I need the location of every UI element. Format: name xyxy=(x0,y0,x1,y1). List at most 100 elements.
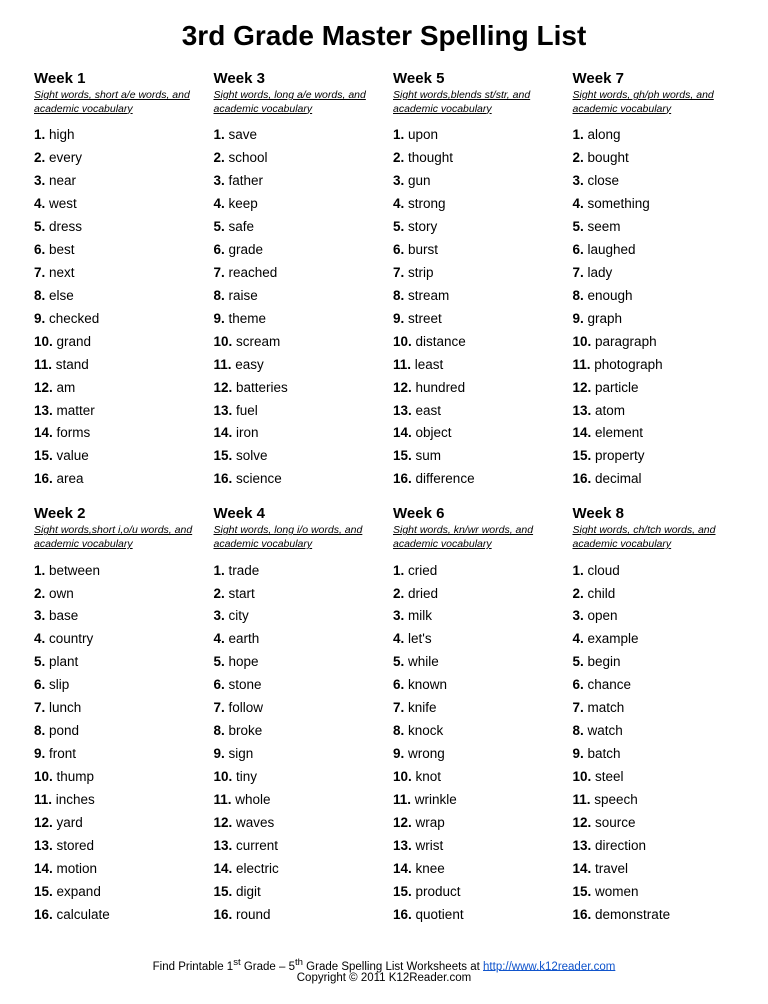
word-number: 1. xyxy=(34,127,45,142)
week-col-week5: Week 5Sight words,blends st/str, and aca… xyxy=(389,70,559,505)
list-item: 6. stone xyxy=(214,674,376,697)
word-number: 6. xyxy=(214,242,225,257)
footer-super2: th xyxy=(295,957,303,968)
list-item: 16. round xyxy=(214,904,376,927)
list-item: 14. electric xyxy=(214,858,376,881)
word-number: 2. xyxy=(34,150,45,165)
list-item: 10. paragraph xyxy=(573,331,735,354)
word-number: 5. xyxy=(573,654,584,669)
list-item: 4. let's xyxy=(393,628,555,651)
word-list-week4: 1. trade2. start3. city4. earth5. hope6.… xyxy=(214,560,376,927)
list-item: 15. digit xyxy=(214,881,376,904)
word-number: 14. xyxy=(214,861,233,876)
week-subtitle-week8: Sight words, ch/tch words, and academic … xyxy=(573,524,735,551)
list-item: 13. stored xyxy=(34,835,196,858)
word-number: 1. xyxy=(393,127,404,142)
word-number: 15. xyxy=(34,448,53,463)
word-number: 12. xyxy=(214,380,233,395)
list-item: 6. best xyxy=(34,239,196,262)
word-number: 7. xyxy=(393,700,404,715)
list-item: 15. solve xyxy=(214,445,376,468)
week-col-week7: Week 7Sight words, gh/ph words, and acad… xyxy=(569,70,739,505)
footer-link[interactable]: http://www.k12reader.com xyxy=(483,960,615,972)
list-item: 4. example xyxy=(573,628,735,651)
list-item: 2. every xyxy=(34,147,196,170)
list-item: 4. strong xyxy=(393,193,555,216)
list-item: 2. dried xyxy=(393,583,555,606)
word-list-week7: 1. along2. bought3. close4. something5. … xyxy=(573,124,735,491)
list-item: 1. upon xyxy=(393,124,555,147)
week-subtitle-week1: Sight words, short a/e words, and academ… xyxy=(34,89,196,116)
list-item: 14. forms xyxy=(34,422,196,445)
week-subtitle-week2: Sight words,short i,o/u words, and acade… xyxy=(34,524,196,551)
word-number: 7. xyxy=(214,700,225,715)
list-item: 13. direction xyxy=(573,835,735,858)
list-item: 3. gun xyxy=(393,170,555,193)
word-number: 10. xyxy=(573,769,592,784)
list-item: 11. whole xyxy=(214,789,376,812)
word-number: 4. xyxy=(573,196,584,211)
list-item: 6. slip xyxy=(34,674,196,697)
list-item: 5. plant xyxy=(34,651,196,674)
word-number: 6. xyxy=(573,677,584,692)
word-number: 6. xyxy=(214,677,225,692)
word-number: 13. xyxy=(214,838,233,853)
list-item: 10. grand xyxy=(34,331,196,354)
word-number: 3. xyxy=(573,608,584,623)
word-number: 13. xyxy=(214,403,233,418)
list-item: 3. milk xyxy=(393,605,555,628)
list-item: 12. am xyxy=(34,377,196,400)
list-item: 2. school xyxy=(214,147,376,170)
word-number: 13. xyxy=(34,838,53,853)
word-number: 8. xyxy=(214,288,225,303)
word-number: 4. xyxy=(393,631,404,646)
word-list-week8: 1. cloud2. child3. open4. example5. begi… xyxy=(573,560,735,927)
word-number: 15. xyxy=(214,448,233,463)
list-item: 13. wrist xyxy=(393,835,555,858)
list-item: 13. fuel xyxy=(214,400,376,423)
list-item: 16. calculate xyxy=(34,904,196,927)
list-item: 11. wrinkle xyxy=(393,789,555,812)
word-number: 10. xyxy=(393,334,412,349)
word-number: 11. xyxy=(573,792,591,807)
list-item: 1. cried xyxy=(393,560,555,583)
list-item: 15. product xyxy=(393,881,555,904)
week-subtitle-week7: Sight words, gh/ph words, and academic v… xyxy=(573,89,735,116)
word-number: 3. xyxy=(34,173,45,188)
list-item: 1. save xyxy=(214,124,376,147)
word-number: 12. xyxy=(34,815,53,830)
word-number: 14. xyxy=(34,425,53,440)
list-item: 4. west xyxy=(34,193,196,216)
list-item: 10. tiny xyxy=(214,766,376,789)
list-item: 8. stream xyxy=(393,285,555,308)
word-number: 16. xyxy=(573,907,592,922)
list-item: 7. strip xyxy=(393,262,555,285)
word-number: 16. xyxy=(34,471,53,486)
list-item: 10. steel xyxy=(573,766,735,789)
list-item: 4. something xyxy=(573,193,735,216)
list-item: 1. trade xyxy=(214,560,376,583)
list-item: 1. between xyxy=(34,560,196,583)
word-number: 5. xyxy=(393,219,404,234)
word-number: 6. xyxy=(393,677,404,692)
word-number: 10. xyxy=(214,334,233,349)
list-item: 9. sign xyxy=(214,743,376,766)
list-item: 6. laughed xyxy=(573,239,735,262)
word-number: 1. xyxy=(573,563,584,578)
spelling-grid: Week 1Sight words, short a/e words, and … xyxy=(30,70,738,505)
list-item: 13. atom xyxy=(573,400,735,423)
word-number: 2. xyxy=(573,586,584,601)
spelling-grid-bottom: Week 2Sight words,short i,o/u words, and… xyxy=(30,505,738,940)
word-number: 7. xyxy=(34,265,45,280)
week-title-week3: Week 3 xyxy=(214,70,376,87)
list-item: 8. watch xyxy=(573,720,735,743)
word-number: 8. xyxy=(214,723,225,738)
word-number: 11. xyxy=(214,357,232,372)
list-item: 5. while xyxy=(393,651,555,674)
list-item: 13. matter xyxy=(34,400,196,423)
list-item: 3. father xyxy=(214,170,376,193)
list-item: 15. sum xyxy=(393,445,555,468)
word-number: 15. xyxy=(573,884,592,899)
word-number: 8. xyxy=(573,288,584,303)
word-number: 1. xyxy=(573,127,584,142)
